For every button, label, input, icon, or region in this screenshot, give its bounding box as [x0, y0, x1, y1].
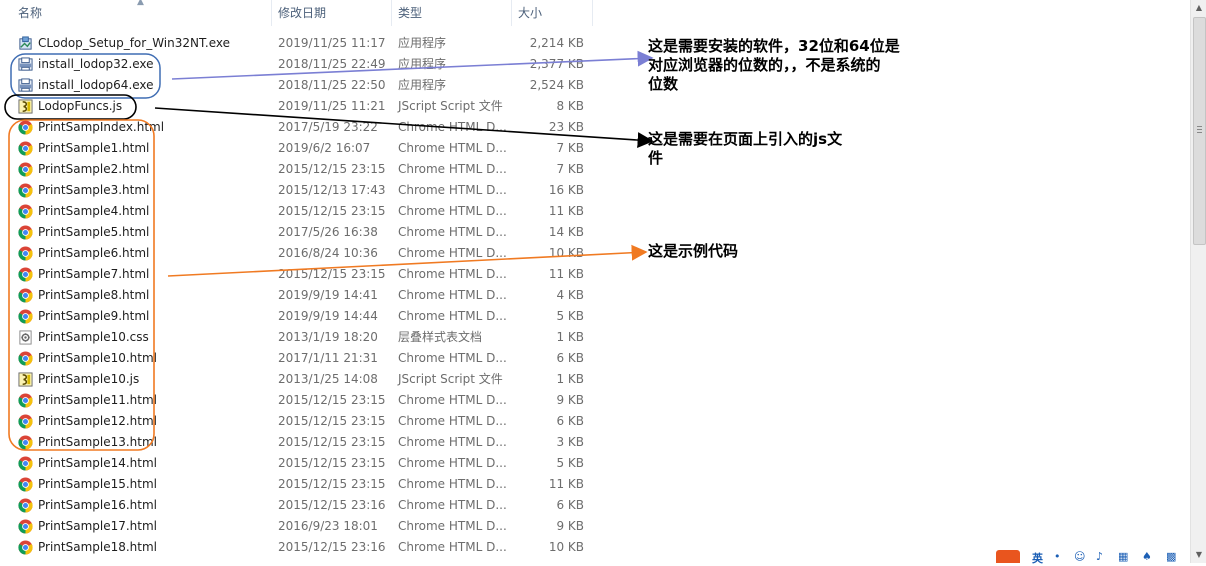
installers-note-line: 这是需要安装的软件，32位和64位是: [648, 37, 900, 55]
installers-outline: [10, 53, 161, 99]
funcs-note-line: 这是需要在页面上引入的js文: [648, 130, 843, 148]
keyboard-icon[interactable]: ▦: [1118, 550, 1128, 563]
samples-arrow: [167, 244, 648, 277]
ime-toolbar: 英 • ☺ ♪ ▦ ♠ ▩: [996, 550, 1190, 566]
skin-icon[interactable]: ♠: [1142, 550, 1152, 563]
voice-icon[interactable]: ♪: [1096, 550, 1103, 563]
scroll-down-icon[interactable]: ▼: [1191, 547, 1206, 563]
grip-line: [1197, 126, 1202, 127]
punctuation-icon[interactable]: •: [1054, 550, 1061, 563]
samples-note: 这是示例代码: [648, 242, 739, 260]
funcs-note: 这是需要在页面上引入的js文 件: [648, 130, 842, 168]
emoji-icon[interactable]: ☺: [1074, 550, 1085, 563]
ime-language-label[interactable]: 英: [1032, 550, 1043, 566]
installers-note-line: 对应浏览器的位数的，，不是系统的: [648, 56, 881, 74]
installers-note-line: 位数: [648, 75, 679, 93]
scrollbar-thumb[interactable]: [1193, 17, 1206, 245]
samples-outline: [8, 119, 155, 451]
installers-arrow: [171, 50, 654, 80]
grip-line: [1197, 129, 1202, 130]
installers-note: 这是需要安装的软件，32位和64位是 对应浏览器的位数的，，不是系统的 位数: [648, 37, 900, 94]
annotation-overlay: [4, 50, 654, 451]
scroll-up-icon[interactable]: ▲: [1191, 0, 1206, 16]
vertical-scrollbar[interactable]: ▲ ▼: [1190, 0, 1206, 563]
funcs-note-line: 件: [648, 149, 664, 167]
grip-line: [1197, 132, 1202, 133]
toolbox-icon[interactable]: ▩: [1166, 550, 1176, 563]
sogou-logo-icon[interactable]: [996, 550, 1020, 563]
lodopfuncs-arrow: [154, 107, 654, 149]
